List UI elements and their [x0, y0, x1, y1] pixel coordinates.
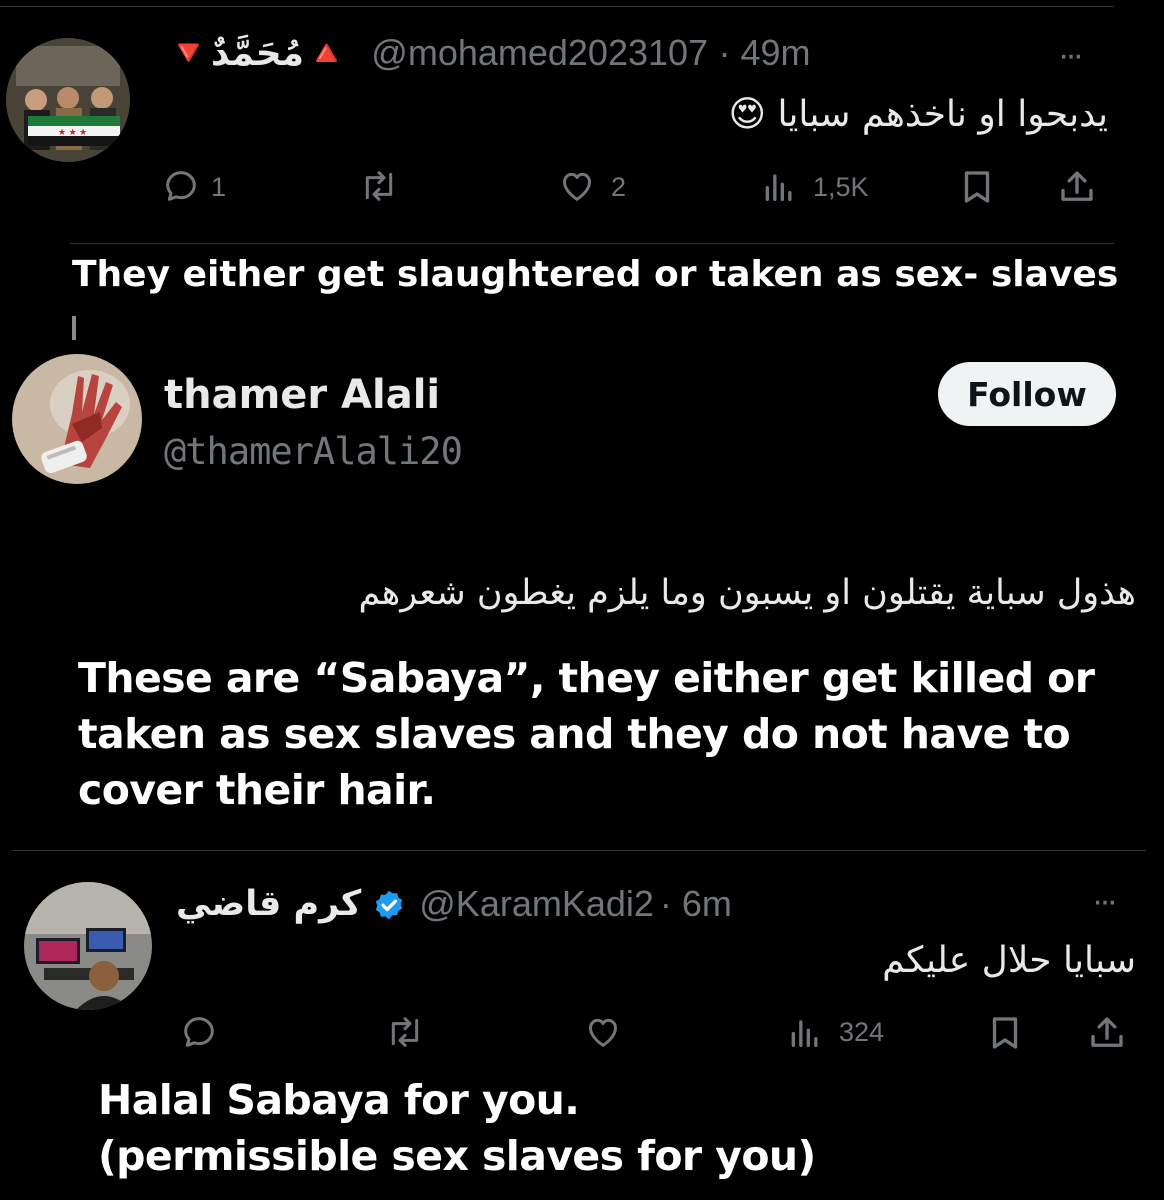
handle-karam[interactable]: @KaramKadi2: [419, 883, 654, 925]
tweet3-header: كرم قاضي @KaramKadi2 · 6m: [176, 878, 732, 930]
reply-count: 1: [211, 172, 227, 202]
divider-1: [70, 243, 1114, 244]
thread-line: [72, 316, 76, 340]
views-icon-karam[interactable]: [784, 1012, 826, 1052]
caption-translation-1: They either get slaughtered or taken as …: [72, 254, 1119, 295]
svg-text:★ ★ ★: ★ ★ ★: [58, 127, 87, 137]
display-name-karam[interactable]: كرم قاضي: [176, 884, 361, 924]
caption-translation-2-line2: taken as sex slaves and they do not have…: [78, 710, 1071, 758]
tweet3-text: سبايا حلال عليكم: [882, 940, 1136, 981]
timestamp-karam[interactable]: · 6m: [660, 883, 732, 925]
more-icon-karam[interactable]: ···: [1092, 882, 1118, 921]
thamer-tweet-text: هذول سباية يقتلون او يسبون وما يلزم يغطو…: [358, 573, 1136, 613]
caption-translation-3-line1: Halal Sabaya for you.: [98, 1076, 580, 1124]
caption-translation-3-line2: (permissible sex slaves for you): [98, 1132, 816, 1180]
tweet1-header: 🔻مُحَمَّدٌ🔺 @mohamed2023107 · 49m: [166, 32, 811, 84]
avatar-thamer[interactable]: [12, 354, 142, 484]
bookmark-icon-karam[interactable]: [984, 1012, 1026, 1054]
retweet-icon[interactable]: [356, 166, 402, 206]
reply-icon-karam[interactable]: [178, 1012, 220, 1052]
avatar-karam[interactable]: [24, 882, 152, 1010]
profile-name[interactable]: thamer Alali: [164, 372, 440, 418]
divider-top: [0, 6, 1114, 7]
tweet1-text: يدبحوا او ناخذهم سبايا 😍: [728, 94, 1108, 135]
like-count: 2: [611, 172, 627, 202]
profile-handle[interactable]: @thamerAlali20: [164, 430, 463, 473]
like-icon-karam[interactable]: [582, 1012, 624, 1052]
display-name-mohamed[interactable]: 🔻مُحَمَّدٌ🔺: [166, 32, 349, 73]
avatar-mohamed[interactable]: ★ ★ ★: [6, 38, 130, 162]
views-count: 1,5K: [813, 172, 869, 202]
retweet-icon-karam[interactable]: [382, 1012, 428, 1052]
verified-badge-icon: [371, 888, 407, 924]
divider-2: [12, 850, 1146, 851]
handle-mohamed[interactable]: @mohamed2023107: [371, 32, 708, 73]
views-count-karam: 324: [839, 1017, 885, 1047]
caption-translation-2-line1: These are “Sabaya”, they either get kill…: [78, 654, 1095, 702]
share-icon[interactable]: [1056, 166, 1098, 208]
timestamp-mohamed[interactable]: · 49m: [719, 32, 811, 73]
like-icon[interactable]: [556, 166, 598, 206]
follow-button[interactable]: Follow: [938, 362, 1116, 426]
share-icon-karam[interactable]: [1086, 1012, 1128, 1054]
bookmark-icon[interactable]: [956, 166, 998, 208]
caption-translation-2-line3: cover their hair.: [78, 766, 436, 814]
more-icon[interactable]: ···: [1058, 36, 1084, 75]
reply-icon[interactable]: [160, 166, 202, 206]
views-icon[interactable]: [758, 166, 800, 206]
